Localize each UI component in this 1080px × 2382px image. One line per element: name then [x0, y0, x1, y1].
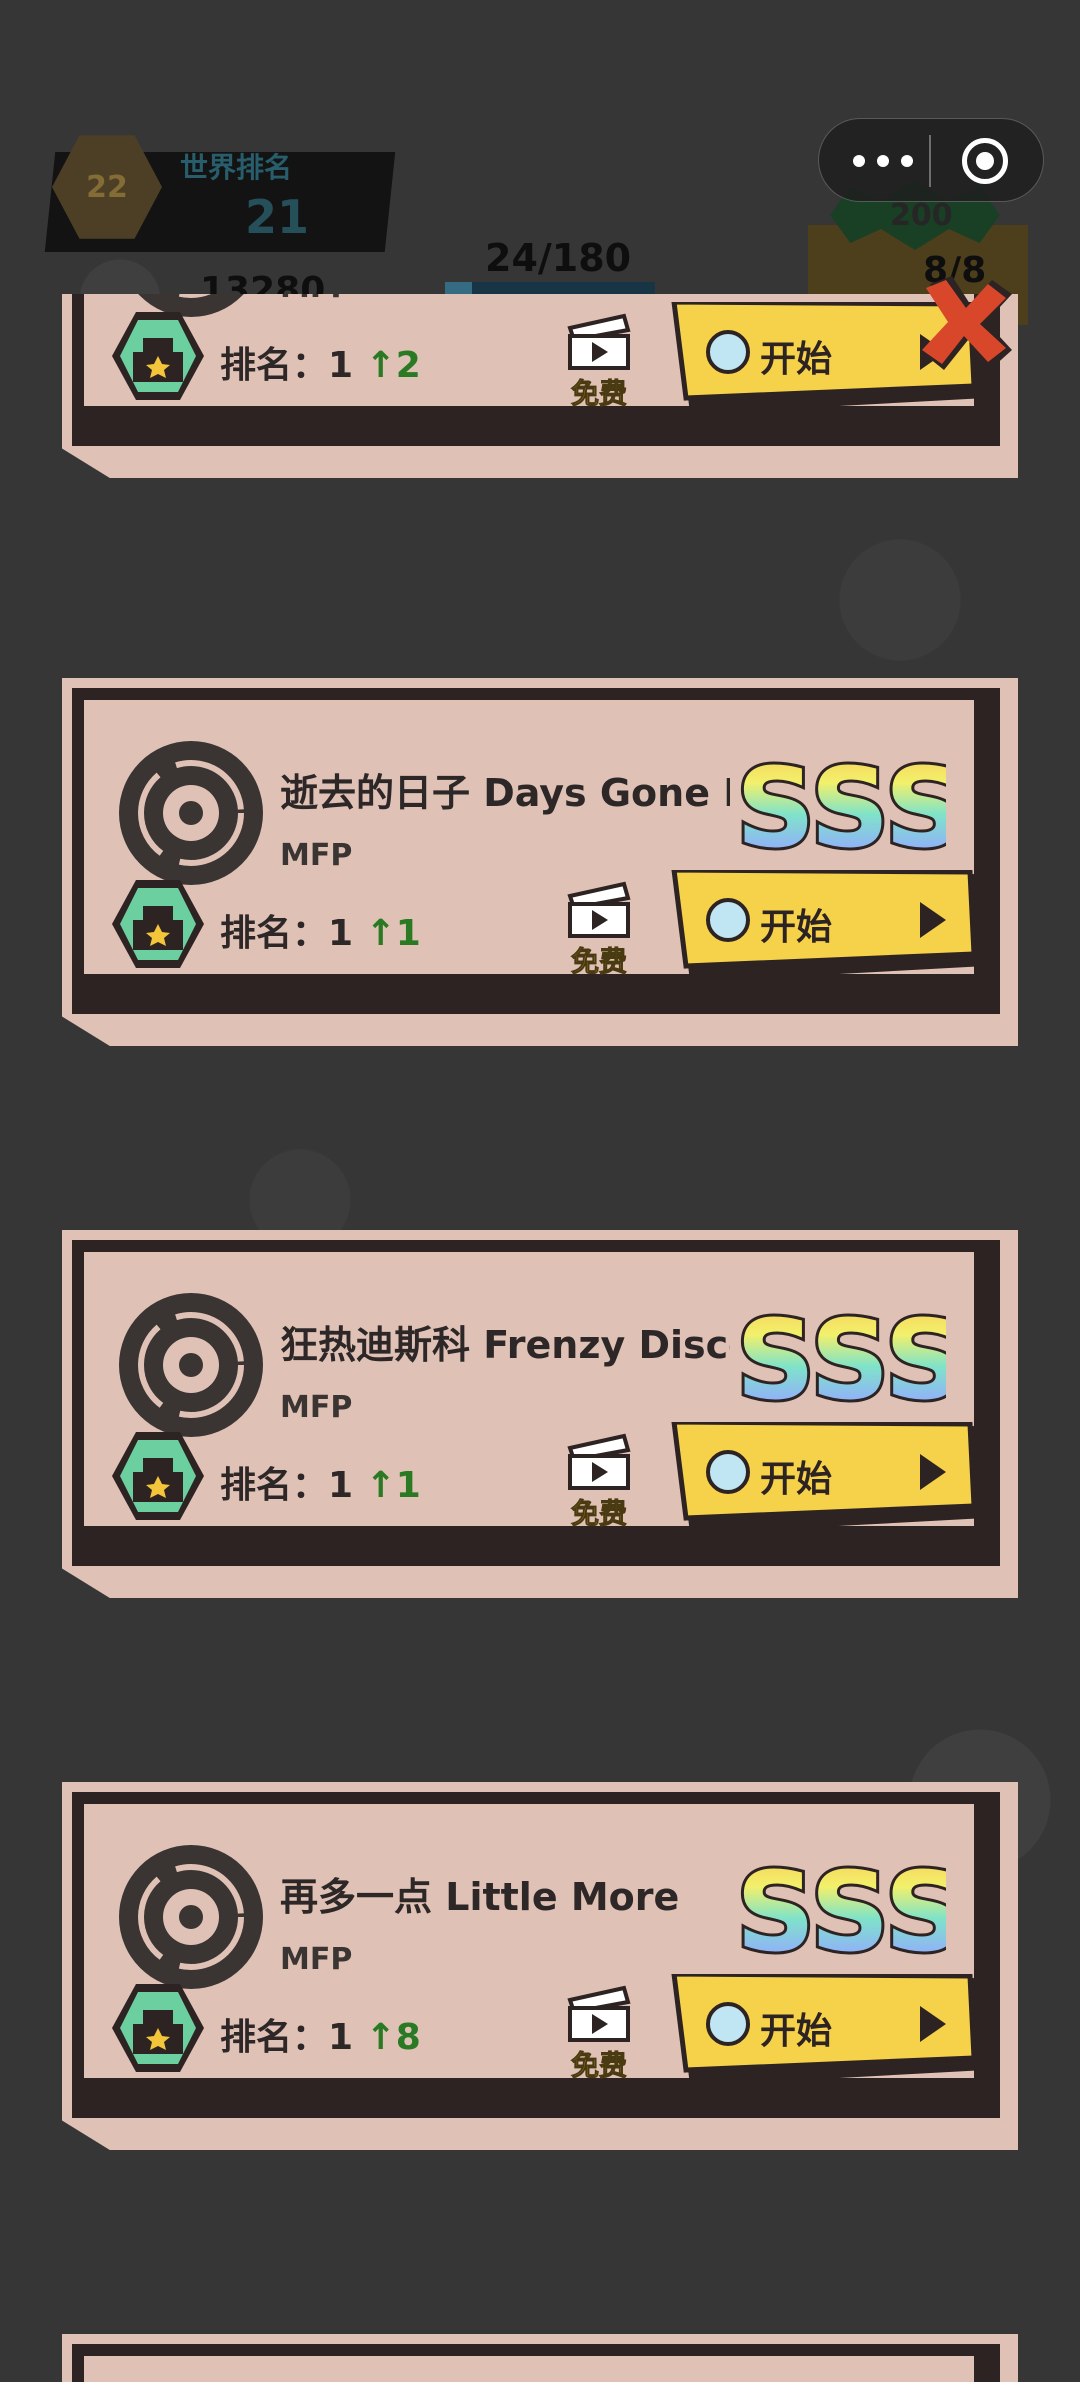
- start-button[interactable]: 开始: [670, 1422, 990, 1540]
- rank-value: 1: [328, 345, 354, 386]
- rank-star-badge-icon: [112, 880, 204, 968]
- rank-text: 排名：1 ↑8: [220, 2008, 421, 2060]
- start-label: 开始: [760, 339, 833, 380]
- rank-label: 排名：: [220, 913, 329, 954]
- free-video-button[interactable]: 免费: [564, 1430, 634, 1540]
- song-title: 狂热迪斯科 Frenzy Disco: [280, 1323, 730, 1367]
- song-card: MFP 排名：1 ↑2 免费 开始: [62, 294, 1018, 478]
- video-ad-icon: [567, 313, 631, 370]
- free-video-button[interactable]: 免费: [564, 878, 634, 988]
- rank-label: 排名：: [220, 2017, 329, 2058]
- song-title: 再多一点 Little More: [280, 1875, 680, 1919]
- free-video-button[interactable]: 免费: [564, 1982, 634, 2092]
- svg-text:SSS: SSS: [736, 760, 946, 860]
- start-label: 开始: [760, 1459, 833, 1500]
- rank-star-badge-icon: [112, 312, 204, 400]
- song-card: 狂热迪斯科 Frenzy Disco MFP SSS 排名：1 ↑1 免费 开始: [62, 1230, 1018, 1598]
- rank-value: 1: [328, 913, 354, 954]
- rank-text: 排名：1 ↑1: [220, 904, 421, 956]
- start-button[interactable]: 开始: [670, 1974, 990, 2092]
- rank-change: ↑8: [365, 2017, 421, 2058]
- rank-label: 排名：: [220, 1465, 329, 1506]
- start-label: 开始: [760, 907, 833, 948]
- song-card-inner: 再多一点 Little More MFP SSS 排名：1 ↑8 免费 开始: [84, 1804, 986, 2086]
- target-close-icon[interactable]: [962, 138, 1008, 184]
- free-label: 免费: [570, 2049, 627, 2083]
- x-close-icon[interactable]: [912, 274, 1022, 374]
- vinyl-record-icon: [119, 1845, 263, 1989]
- vinyl-record-icon: [119, 741, 263, 885]
- miniprogram-capsule: [818, 118, 1044, 202]
- song-card: 再多一点 Little More MFP SSS 排名：1 ↑8 免费 开始: [62, 1782, 1018, 2150]
- rank-star-badge-icon: [112, 1984, 204, 2072]
- song-list[interactable]: MFP 排名：1 ↑2 免费 开始 逝去的日子 Days Gone By MFP…: [0, 294, 1080, 2382]
- svg-text:SSS: SSS: [736, 1312, 946, 1412]
- svg-text:SSS: SSS: [736, 1864, 946, 1964]
- vinyl-record-icon: [119, 1293, 263, 1437]
- song-artist: MFP: [280, 1390, 353, 1425]
- song-card-inner: 狂热迪斯科 Frenzy Disco MFP SSS 排名：1 ↑1 免费 开始: [84, 1252, 986, 1534]
- song-card-inner: 逝去的日子 Days Gone By MFP SSS 排名：1 ↑1 免费 开始: [84, 700, 986, 982]
- free-label: 免费: [570, 377, 627, 411]
- song-card-inner: MFP 排名：1 ↑2 免费 开始: [84, 294, 986, 414]
- song-title: 逝去的日子 Days Gone By: [280, 771, 730, 815]
- start-label: 开始: [760, 2011, 833, 2052]
- next-song-card-edge: [62, 2334, 1018, 2382]
- sss-grade-badge: SSS: [733, 760, 946, 860]
- rank-star-badge-icon: [112, 1432, 204, 1520]
- more-dots-icon[interactable]: [853, 141, 923, 181]
- free-label: 免费: [570, 1497, 627, 1531]
- song-card: 逝去的日子 Days Gone By MFP SSS 排名：1 ↑1 免费 开始: [62, 678, 1018, 1046]
- rank-label: 排名：: [220, 345, 329, 386]
- rank-text: 排名：1 ↑1: [220, 1456, 421, 1508]
- rank-change: ↑2: [365, 345, 421, 386]
- rank-change: ↑1: [365, 913, 421, 954]
- rank-value: 1: [328, 2017, 354, 2058]
- free-video-button[interactable]: 免费: [564, 310, 634, 420]
- song-artist: MFP: [280, 294, 352, 305]
- rank-value: 1: [328, 1465, 354, 1506]
- video-ad-icon: [567, 1433, 631, 1490]
- sss-grade-badge: SSS: [733, 1312, 946, 1412]
- capsule-divider: [929, 135, 931, 187]
- song-artist: MFP: [280, 1942, 353, 1977]
- video-ad-icon: [567, 1985, 631, 2042]
- sss-grade-badge: SSS: [733, 1864, 946, 1964]
- video-ad-icon: [567, 881, 631, 938]
- song-artist: MFP: [280, 838, 353, 873]
- free-label: 免费: [570, 945, 627, 979]
- start-button[interactable]: 开始: [670, 870, 990, 988]
- rank-change: ↑1: [365, 1465, 421, 1506]
- rank-text: 排名：1 ↑2: [220, 336, 421, 388]
